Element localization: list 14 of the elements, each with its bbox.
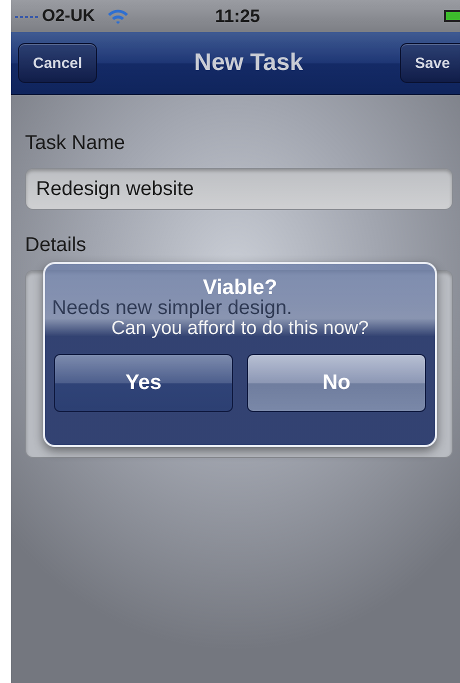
screen-title: New Task (194, 49, 304, 77)
field-label: Details (25, 234, 86, 257)
alert-message: Can you afford to do this now? (111, 318, 369, 340)
signal-icon (15, 13, 39, 19)
clock-time: 11:25 (214, 6, 260, 26)
save-button[interactable]: Save (400, 43, 460, 83)
input-field[interactable]: Redesign website (25, 168, 453, 210)
carrier-name: O2-UK (42, 6, 95, 26)
alert-title: Viable? (202, 276, 278, 300)
alert-button[interactable]: Yes (54, 354, 233, 412)
wifi-icon (106, 8, 129, 24)
battery-icon (444, 10, 460, 22)
cancel-button[interactable]: Cancel (18, 43, 98, 83)
field-label: Task Name (25, 132, 126, 155)
